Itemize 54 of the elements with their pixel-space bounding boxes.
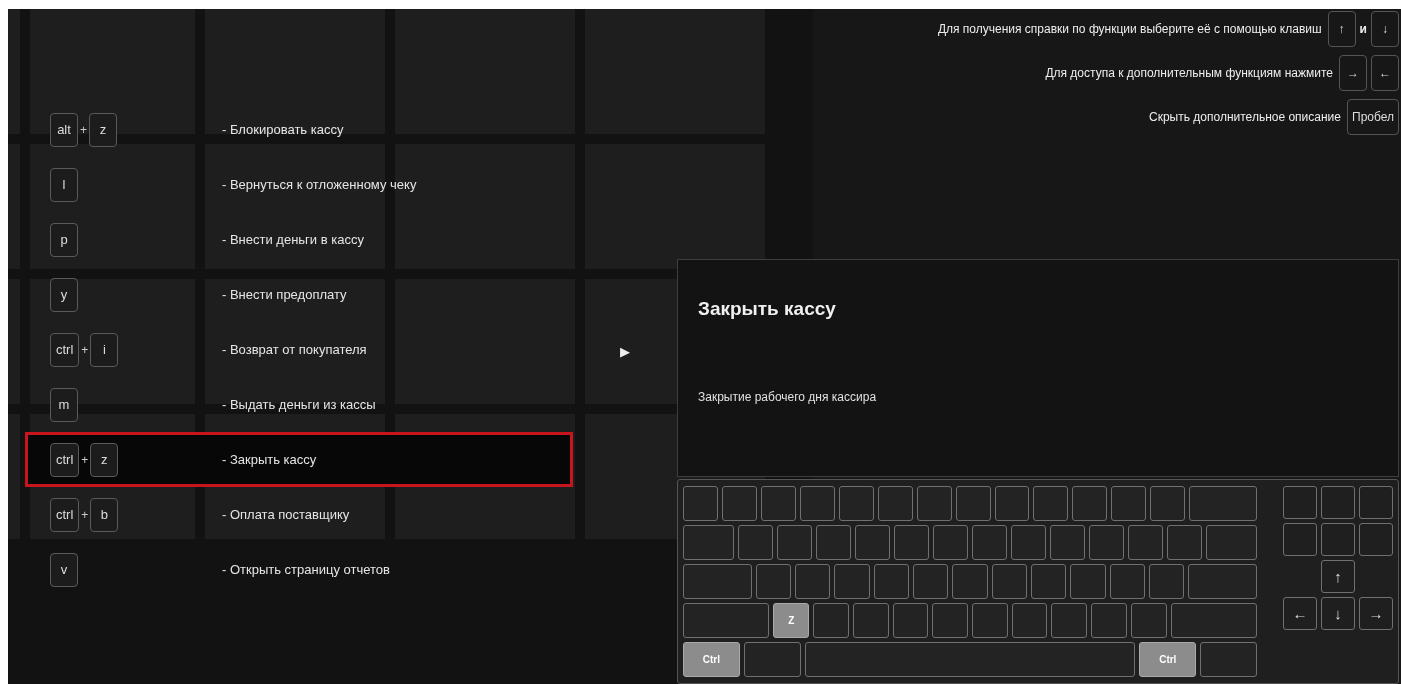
shortcut-row[interactable]: v - Открыть страницу отчетов [25,542,573,597]
keyboard-key: ← [1283,597,1317,630]
key-cap: i [90,332,119,367]
pointer-icon: ▶ [620,344,630,359]
keyboard-key: → [1359,597,1393,630]
function-description: Закрытие рабочего дня кассира [698,390,878,405]
shortcut-description: - Блокировать кассу [222,122,344,137]
key-cap: z [89,112,117,147]
keyboard-key: Z [773,603,810,638]
key-cap: l [50,167,78,202]
hint-text: Для получения справки по функции выберите её с помощью клавиш [937,22,1322,36]
key-cap: y [50,277,78,312]
shortcut-description: - Внести деньги в кассу [222,232,364,247]
keyboard-key: ↓ [1321,597,1355,630]
plus-sign: + [81,452,89,467]
selected-shortcut-row[interactable]: ctrl + z - Закрыть кассу [25,432,573,487]
shortcut-row[interactable]: ctrl + i - Возврат от покупателя [25,322,573,377]
shortcut-row[interactable]: p - Внести деньги в кассу [25,212,573,267]
keyboard-key: Ctrl [683,642,740,677]
shortcut-description: - Вернуться к отложенному чеку [222,177,417,192]
key-cap: → [1339,55,1367,91]
shortcut-row[interactable]: y - Внести предоплату [25,267,573,322]
shortcut-row[interactable]: m - Выдать деньги из кассы [25,377,573,432]
shortcut-row[interactable]: alt + z - Блокировать кассу [25,102,573,157]
shortcut-description: - Внести предоплату [222,287,347,302]
key-cap: p [50,222,78,257]
shortcut-description: - Закрыть кассу [222,452,317,467]
key-cap: ctrl [50,497,80,532]
key-cap: alt [50,112,78,147]
key-cap: m [50,387,78,422]
keyboard-key: ↑ [1321,560,1355,593]
key-cap: ← [1371,55,1399,91]
conjunction: и [1359,22,1367,36]
key-cap: ctrl [50,332,80,367]
plus-sign: + [81,342,89,357]
key-cap: ↑ [1327,11,1356,47]
shortcut-description: - Оплата поставщику [222,507,350,522]
key-cap: ctrl [50,442,80,477]
keyboard-key: Ctrl [1139,642,1197,677]
shortcut-row[interactable]: l - Вернуться к отложенному чеку [25,157,573,212]
shortcut-description: - Возврат от покупателя [222,342,367,357]
key-cap: ↓ [1371,11,1399,47]
shortcut-description: - Открыть страницу отчетов [222,562,390,577]
key-cap: z [90,442,119,477]
key-cap: Пробел [1347,99,1399,135]
key-cap: b [90,497,119,532]
function-title: Закрыть кассу [698,298,837,321]
hint-text: Скрыть дополнительное описание [1149,110,1341,124]
hint-text: Для доступа к дополнительным функциям нажмите [1045,66,1333,80]
shortcut-description: - Выдать деньги из кассы [222,397,376,412]
plus-sign: + [80,122,87,137]
shortcut-row[interactable]: ctrl + b - Оплата поставщику [25,487,573,542]
plus-sign: + [81,507,89,522]
key-cap: v [50,552,78,587]
